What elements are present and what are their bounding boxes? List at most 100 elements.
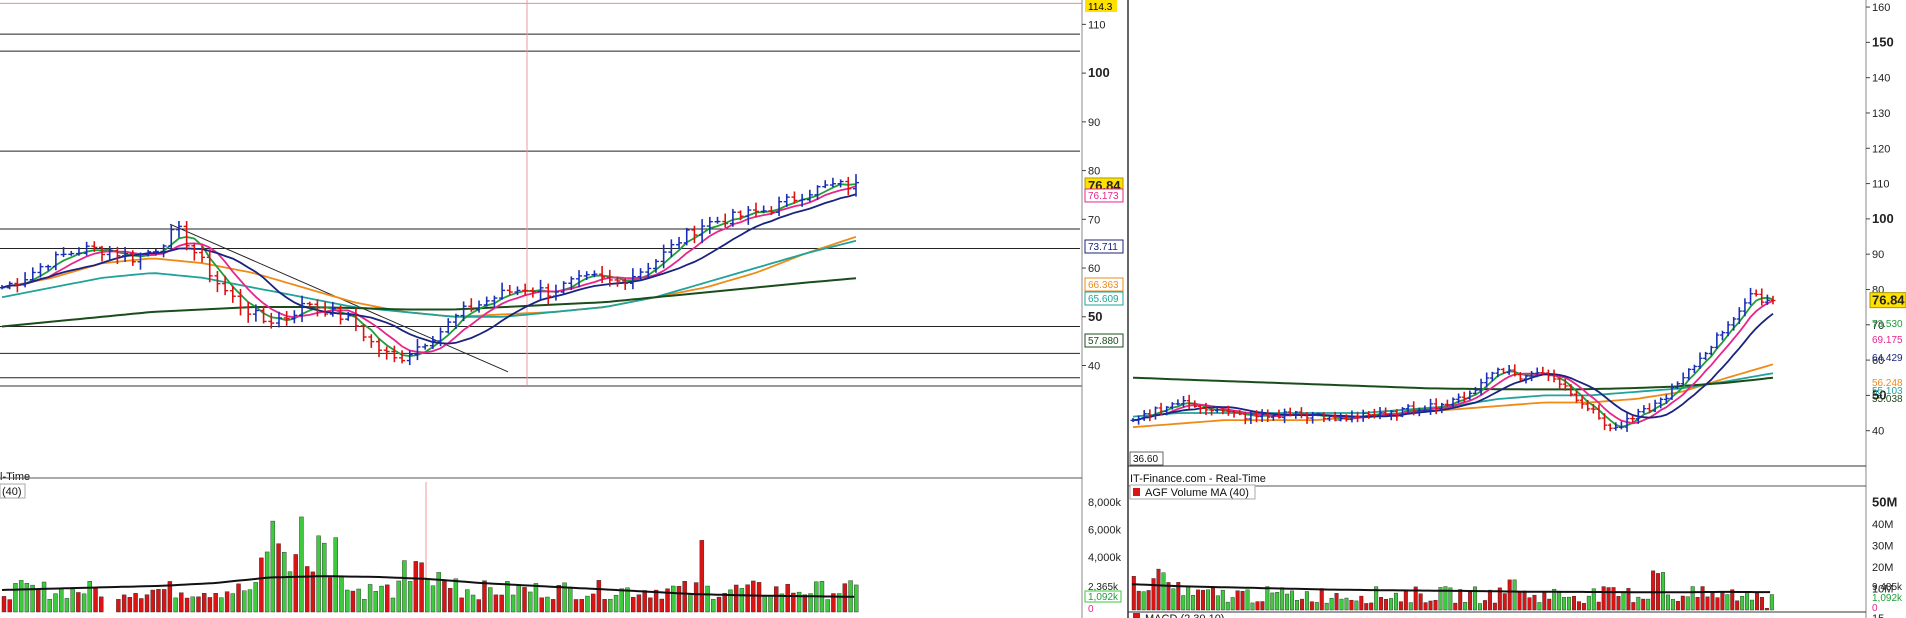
volume-bar[interactable] bbox=[1482, 600, 1487, 611]
volume-bar[interactable] bbox=[1685, 596, 1690, 611]
left-volume-panel[interactable]: (40)8,000k6,000k4,000k2,365k1,092k0 bbox=[0, 477, 1122, 615]
volume-bar[interactable] bbox=[1205, 589, 1210, 611]
volume-bar[interactable] bbox=[1344, 597, 1349, 611]
volume-bar[interactable] bbox=[1705, 596, 1710, 611]
volume-bar[interactable] bbox=[236, 583, 241, 613]
volume-bar[interactable] bbox=[230, 593, 236, 613]
volume-bar[interactable] bbox=[1136, 590, 1141, 611]
volume-bar[interactable] bbox=[1675, 601, 1680, 611]
volume-bar[interactable] bbox=[1670, 599, 1675, 611]
price-bar[interactable] bbox=[445, 318, 452, 334]
volume-bar[interactable] bbox=[1339, 598, 1344, 611]
price-bar[interactable] bbox=[837, 179, 844, 188]
volume-bar[interactable] bbox=[270, 520, 276, 613]
volume-bar[interactable] bbox=[293, 554, 298, 613]
volume-bar[interactable] bbox=[699, 540, 705, 613]
volume-bar[interactable] bbox=[453, 578, 459, 613]
volume-bar[interactable] bbox=[516, 585, 522, 613]
volume-bar[interactable] bbox=[1487, 589, 1492, 611]
price-bar[interactable] bbox=[1467, 390, 1473, 400]
volume-bar[interactable] bbox=[1230, 597, 1235, 611]
volume-bar[interactable] bbox=[316, 535, 321, 613]
volume-bar[interactable] bbox=[1750, 599, 1755, 611]
volume-bar[interactable] bbox=[116, 599, 121, 613]
volume-bar[interactable] bbox=[419, 562, 424, 613]
volume-bar[interactable] bbox=[219, 597, 224, 613]
volume-bar[interactable] bbox=[64, 598, 70, 613]
volume-bar[interactable] bbox=[1384, 599, 1389, 611]
price-bar[interactable] bbox=[22, 272, 29, 288]
volume-bar[interactable] bbox=[339, 575, 344, 613]
volume-bar[interactable] bbox=[53, 593, 58, 613]
volume-bar[interactable] bbox=[1329, 598, 1334, 611]
price-bar[interactable] bbox=[806, 189, 813, 202]
volume-bar[interactable] bbox=[1769, 594, 1774, 611]
volume-bar[interactable] bbox=[579, 599, 584, 613]
volume-bar[interactable] bbox=[425, 578, 430, 613]
volume-bar[interactable] bbox=[1720, 591, 1725, 611]
volume-bar[interactable] bbox=[139, 598, 144, 613]
volume-bar[interactable] bbox=[1408, 602, 1413, 611]
price-bar[interactable] bbox=[1731, 316, 1737, 331]
price-bar[interactable] bbox=[414, 338, 421, 361]
price-bar[interactable] bbox=[1742, 298, 1748, 317]
volume-bar[interactable] bbox=[1596, 601, 1601, 611]
volume-bar[interactable] bbox=[619, 588, 624, 613]
volume-bar[interactable] bbox=[476, 599, 481, 613]
volume-bar[interactable] bbox=[1433, 600, 1438, 611]
volume-bar[interactable] bbox=[7, 599, 12, 613]
price-bar[interactable] bbox=[845, 176, 852, 196]
price-bar[interactable] bbox=[468, 298, 475, 312]
volume-bar[interactable] bbox=[333, 537, 338, 613]
volume-bar[interactable] bbox=[1680, 595, 1685, 611]
price-bar[interactable] bbox=[1770, 295, 1776, 305]
volume-bar[interactable] bbox=[1695, 597, 1700, 611]
price-bar[interactable] bbox=[1663, 394, 1669, 404]
volume-bar[interactable] bbox=[1527, 597, 1532, 611]
volume-bar[interactable] bbox=[1764, 608, 1769, 611]
volume-bar[interactable] bbox=[522, 587, 527, 613]
volume-bar[interactable] bbox=[1285, 593, 1290, 611]
price-bar[interactable] bbox=[1501, 367, 1507, 374]
volume-bar[interactable] bbox=[1240, 591, 1245, 611]
volume-bar[interactable] bbox=[356, 588, 361, 613]
volume-bar[interactable] bbox=[653, 589, 659, 613]
volume-bar[interactable] bbox=[608, 598, 613, 613]
volume-bar[interactable] bbox=[1725, 594, 1730, 611]
volume-bar[interactable] bbox=[190, 596, 195, 613]
volume-bar[interactable] bbox=[1364, 603, 1369, 611]
volume-bar[interactable] bbox=[602, 599, 607, 613]
volume-bar[interactable] bbox=[1651, 570, 1656, 611]
price-bar[interactable] bbox=[1506, 364, 1512, 375]
volume-bar[interactable] bbox=[430, 585, 436, 613]
volume-bar[interactable] bbox=[1616, 596, 1621, 611]
volume-bar[interactable] bbox=[1388, 598, 1393, 611]
volume-bar[interactable] bbox=[1275, 592, 1280, 611]
volume-bar[interactable] bbox=[1492, 602, 1497, 611]
volume-bar[interactable] bbox=[1522, 590, 1527, 611]
volume-bar[interactable] bbox=[739, 588, 745, 613]
volume-bar[interactable] bbox=[413, 561, 419, 613]
price-bar[interactable] bbox=[245, 301, 252, 323]
volume-bar[interactable] bbox=[1710, 592, 1715, 611]
volume-bar[interactable] bbox=[728, 589, 733, 613]
volume-bar[interactable] bbox=[676, 586, 682, 613]
volume-bar[interactable] bbox=[528, 591, 533, 613]
volume-bar[interactable] bbox=[545, 596, 550, 613]
volume-bar[interactable] bbox=[150, 589, 155, 613]
price-bar[interactable] bbox=[0, 284, 5, 290]
volume-bar[interactable] bbox=[1636, 596, 1641, 611]
volume-bar[interactable] bbox=[842, 583, 848, 613]
price-bar[interactable] bbox=[160, 244, 167, 258]
volume-bar[interactable] bbox=[224, 591, 230, 613]
price-bar[interactable] bbox=[1641, 405, 1647, 414]
volume-bar[interactable] bbox=[1463, 602, 1468, 611]
volume-bar[interactable] bbox=[76, 592, 81, 613]
volume-bar[interactable] bbox=[1235, 590, 1240, 611]
volume-bar[interactable] bbox=[1225, 601, 1230, 611]
price-bar[interactable] bbox=[776, 196, 783, 216]
price-bar[interactable] bbox=[399, 350, 406, 364]
volume-bar[interactable] bbox=[299, 516, 304, 613]
volume-bar[interactable] bbox=[688, 593, 693, 613]
volume-bar[interactable] bbox=[854, 584, 859, 613]
